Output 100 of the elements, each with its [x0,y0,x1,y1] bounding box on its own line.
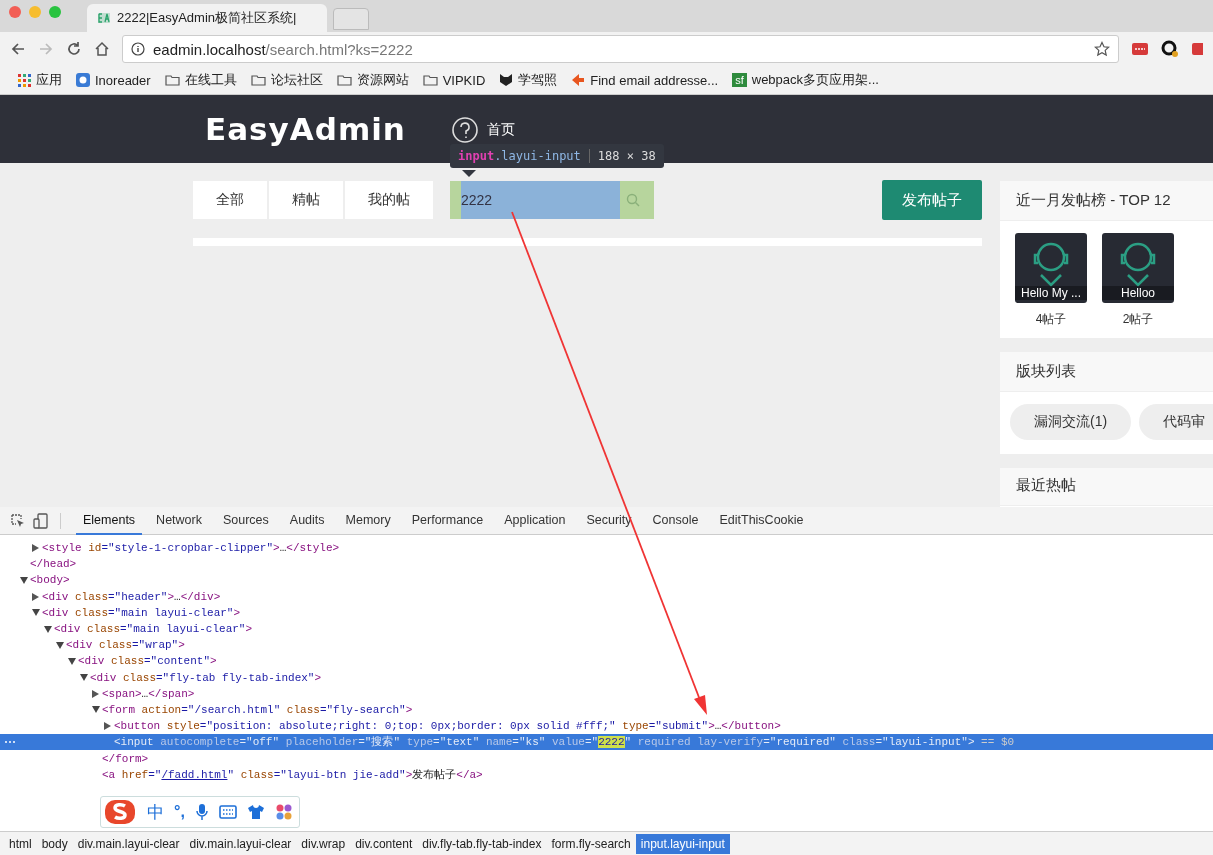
bookmark-item[interactable]: 论坛社区 [250,71,323,89]
bookmark-label: 资源网站 [356,71,409,89]
breadcrumb-item[interactable]: body [36,833,73,854]
expand-triangle-icon[interactable] [32,544,39,553]
bookmark-item[interactable]: 应用 [18,71,62,89]
code-line[interactable]: <form action="/search.html" class="fly-search"> [102,701,1213,718]
devtools-tab[interactable]: Memory [338,506,398,535]
category-tag[interactable]: 代码审 [1139,404,1213,440]
keyboard-icon[interactable] [218,805,237,819]
folder-icon [164,74,180,86]
bookmark-label: Inoreader [95,72,151,88]
code-line[interactable]: <span>…</span> [102,685,1213,702]
breadcrumb-item[interactable]: form.fly-search [546,833,636,854]
code-line[interactable]: <div class="main layui-clear"> [42,604,1213,621]
collapse-triangle-icon[interactable] [56,641,64,649]
bookmark-label: 应用 [36,71,62,89]
browser-tab[interactable]: 2222|EasyAdmin极简社区系统| [87,4,327,32]
bookmark-item[interactable]: 学驾照 [499,71,558,89]
expand-triangle-icon[interactable] [92,689,99,698]
publish-button[interactable]: 发布帖子 [882,180,982,220]
filter-tab[interactable]: 精帖 [269,181,343,219]
favicon-icon [97,12,111,24]
code-line[interactable]: <a href="/fadd.html" class="layui-btn jie-add">发布帖子</a> [102,766,1213,783]
post-count: 2帖子 [1122,311,1154,328]
home-icon[interactable] [94,41,110,57]
input-mode-toggle[interactable]: 中 [147,800,164,824]
code-line[interactable]: <div class="header">…</div> [42,588,1213,605]
avatar[interactable]: Helloo [1102,233,1174,303]
address-bar[interactable]: eadmin.localhost/search.html?ks=2222 [122,35,1119,63]
code-line[interactable]: <div class="fly-tab fly-tab-index"> [90,669,1213,686]
collapse-triangle-icon[interactable] [80,674,88,682]
user-name: Hello My ... [1015,286,1087,300]
extension-icon[interactable] [1161,40,1179,58]
breadcrumb-item[interactable]: div.wrap [296,833,351,854]
code-line[interactable]: <div class="content"> [78,653,1213,670]
breadcrumb-item[interactable]: div.fly-tab.fly-tab-index [417,833,547,854]
shirt-icon[interactable] [246,804,265,820]
punctuation-toggle[interactable]: °, [174,803,185,821]
code-line[interactable]: </head> [30,556,1213,573]
bookmark-label: 在线工具 [184,71,237,89]
code-line[interactable]: <div class="main layui-clear"> [54,621,1213,638]
site-icon [76,73,90,87]
breadcrumb-item[interactable]: html [4,833,37,854]
devtools-tab[interactable]: Application [497,506,573,535]
collapse-triangle-icon[interactable] [92,706,100,714]
bookmark-item[interactable]: 资源网站 [336,71,409,89]
bookmark-item[interactable]: VIPKID [422,72,486,88]
code-line[interactable]: </form> [102,750,1213,767]
reload-icon[interactable] [66,41,82,57]
code-line[interactable]: <button style="position: absolute;right: 0;top: 0px;border: 0px solid #fff;" type="submit">…</button> [114,718,1213,735]
breadcrumb-item[interactable]: div.main.layui-clear [72,833,185,854]
category-tag[interactable]: 漏洞交流(1) [1010,404,1132,440]
folder-icon [422,74,438,86]
tooltip-pointer-icon [462,170,476,177]
input-method-logo-icon[interactable] [103,798,137,826]
bookmark-label: VIPKID [442,72,486,88]
bookmark-item[interactable]: sf webpack多页应用架... [732,71,879,89]
card-title: 最近热帖 [1000,468,1213,506]
code-line[interactable]: <div class="wrap"> [66,637,1213,654]
breadcrumb-item[interactable]: div.content [350,833,418,854]
apps-grid-icon [18,73,31,87]
breadcrumb-item[interactable]: input.layui-input [635,833,730,854]
expand-triangle-icon[interactable] [32,592,39,601]
devtools-tab[interactable]: Performance [404,506,491,535]
filter-tab[interactable]: 全部 [193,181,267,219]
help-icon[interactable] [450,116,479,144]
nav-link[interactable]: 首页 [486,121,515,139]
breadcrumb-item[interactable]: div.main.layui-clear [184,833,297,854]
bookmark-star-icon[interactable] [1094,41,1110,57]
logo[interactable]: EasyAdmin [205,111,406,147]
devtools-tab[interactable]: Sources [215,506,276,535]
devtools-tab[interactable]: Audits [282,506,332,535]
collapse-triangle-icon[interactable] [44,625,52,633]
filter-tab[interactable]: 我的帖 [345,181,433,219]
bookmark-label: 学驾照 [518,71,558,89]
devtools-tab[interactable]: Elements [76,506,143,535]
devtools-tab[interactable]: Network [149,506,209,535]
cat-head-icon [499,73,514,87]
inspect-element-icon[interactable] [10,512,26,529]
bookmark-item[interactable]: 在线工具 [164,71,237,89]
arrow-icon [571,73,586,87]
avatar[interactable]: Hello My ... [1015,233,1087,303]
back-icon[interactable] [10,41,26,57]
info-icon [131,42,145,56]
device-toolbar-icon[interactable] [33,512,49,529]
microphone-icon[interactable] [194,803,209,821]
devtools-tab[interactable]: Console [645,506,706,535]
apps-grid-icon[interactable] [274,803,293,821]
code-line[interactable]: <body> [30,572,1213,589]
collapse-triangle-icon[interactable] [20,576,28,584]
card-title: 近一月发帖榜 - TOP 12 [1000,181,1213,221]
folder-icon [250,74,266,86]
expand-triangle-icon[interactable] [104,722,111,731]
more-icon [4,740,16,745]
code-line[interactable]: <style id="style-1-cropbar-clipper">…</style> [42,540,1213,557]
devtools-tab[interactable]: EditThisCookie [712,506,811,535]
collapse-triangle-icon[interactable] [68,657,76,665]
collapse-triangle-icon[interactable] [32,609,40,617]
bookmark-item[interactable]: Inoreader [76,72,151,88]
folder-icon [336,74,352,86]
